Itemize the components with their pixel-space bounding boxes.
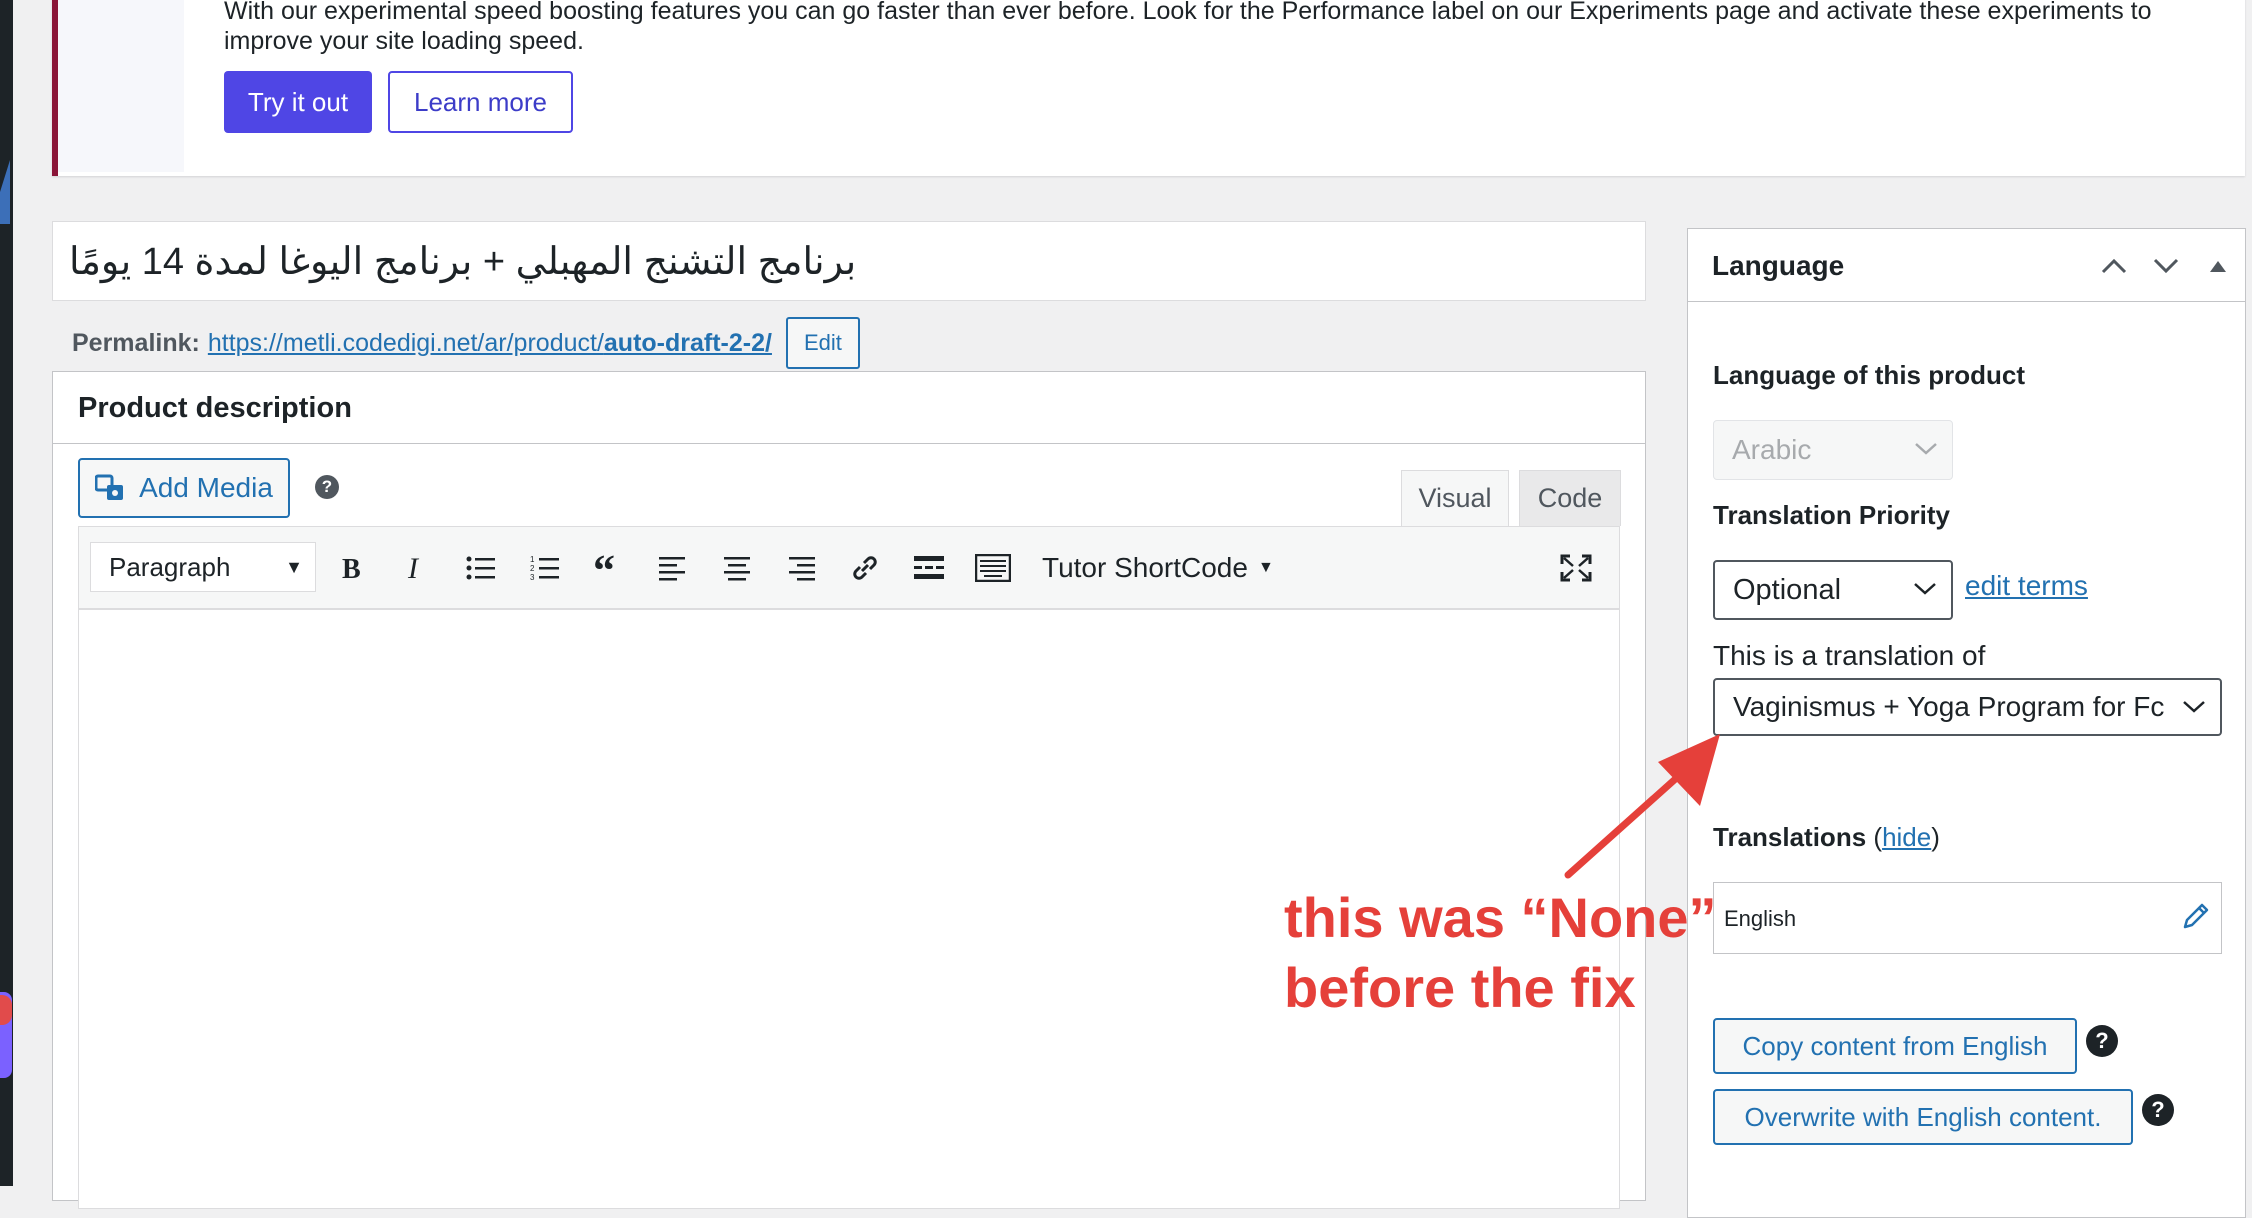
permalink-link[interactable]: https://metli.codedigi.net/ar/product/au… [208,329,772,358]
overwrite-help-icon[interactable]: ? [2142,1094,2174,1126]
translation-priority-label: Translation Priority [1713,500,1950,530]
hide-translations-link[interactable]: hide [1882,822,1931,852]
overwrite-content-button[interactable]: Overwrite with English content. [1713,1089,2133,1145]
paragraph-format-select[interactable]: Paragraph ▼ [90,542,316,592]
tutor-shortcode-dropdown[interactable]: Tutor ShortCode ▼ [1042,547,1274,589]
language-select: Arabic [1713,420,1953,480]
collapse-toggle-icon[interactable] [2200,248,2236,284]
post-title-input[interactable]: برنامج التشنج المهبلي + برنامج اليوغا لم… [52,221,1646,301]
product-description-heading: Product description [53,372,1645,444]
align-center-icon[interactable] [716,547,758,589]
format-select-value: Paragraph [109,552,231,582]
permalink-row: Permalink: https://metli.codedigi.net/ar… [72,317,860,369]
translation-priority-select[interactable]: Optional [1713,560,1953,620]
annotation-arrow [1564,734,1720,879]
move-down-icon[interactable] [2148,248,2184,284]
caret-down-icon: ▼ [1257,559,1274,576]
align-right-icon[interactable] [780,547,822,589]
tab-visual[interactable]: Visual [1401,470,1509,526]
chevron-down-icon [1914,583,1936,595]
add-media-icon [95,474,124,500]
svg-text:2: 2 [530,564,535,573]
bullet-list-icon[interactable] [460,547,502,589]
svg-text:I: I [407,554,420,582]
language-of-product-label: Language of this product [1713,360,2025,390]
blockquote-icon[interactable]: “ [588,547,630,589]
svg-text:B: B [342,554,361,582]
svg-text:1: 1 [530,555,535,564]
add-media-button[interactable]: Add Media [78,458,290,518]
post-title-value: برنامج التشنج المهبلي + برنامج اليوغا لم… [69,241,857,283]
chevron-down-icon [2182,699,2206,715]
editor-help-icon[interactable]: ? [315,475,339,499]
copy-help-icon[interactable]: ? [2086,1025,2118,1057]
permalink-url-slug: auto-draft-2-2/ [603,328,772,357]
notice-icon-area [58,0,184,172]
try-it-out-button[interactable]: Try it out [224,71,372,133]
annotation-text: this was “None” before the fix [1284,883,1764,1023]
translation-of-select[interactable]: Vaginismus + Yoga Program for Fc [1713,678,2222,736]
bold-icon[interactable]: B [330,547,372,589]
add-media-label: Add Media [139,472,273,503]
edit-permalink-button[interactable]: Edit [785,317,860,369]
tab-code[interactable]: Code [1519,470,1621,526]
translation-row-english: English [1713,882,2222,954]
paren-open: ( [1873,822,1883,852]
link-icon[interactable] [844,547,886,589]
annotation-line-2: before the fix [1284,956,1636,1019]
annotation-line-1: this was “None” [1284,886,1717,949]
italic-icon[interactable]: I [394,547,436,589]
svg-text:“: “ [593,555,615,581]
toolbar-toggle-icon[interactable] [972,547,1014,589]
permalink-url-prefix: https://metli.codedigi.net/ar/product/ [207,328,604,357]
align-left-icon[interactable] [652,547,694,589]
language-select-value: Arabic [1732,434,1812,465]
chevron-down-icon [1915,443,1937,455]
notice-text: With our experimental speed boosting fea… [224,0,2152,55]
tutor-shortcode-label: Tutor ShortCode [1042,552,1248,583]
svg-text:3: 3 [530,573,535,582]
numbered-list-icon[interactable]: 123 [524,547,566,589]
edit-terms-link[interactable]: edit terms [1965,570,2088,602]
move-up-icon[interactable] [2096,248,2132,284]
paren-close: ) [1931,822,1940,852]
translation-of-value: Vaginismus + Yoga Program for Fc [1733,691,2165,722]
translations-label: Translations (hide) [1713,822,1940,853]
permalink-label: Permalink: [72,328,200,357]
notification-edge [0,995,12,1025]
fullscreen-icon[interactable] [1555,547,1597,589]
priority-select-value: Optional [1733,574,1842,606]
read-more-icon[interactable] [908,547,950,589]
translation-of-label: This is a translation of [1713,640,1986,671]
edit-translation-icon[interactable] [2180,900,2212,932]
copy-content-button[interactable]: Copy content from English [1713,1018,2077,1074]
caret-down-icon: ▼ [285,557,303,577]
learn-more-button[interactable]: Learn more [388,71,573,133]
